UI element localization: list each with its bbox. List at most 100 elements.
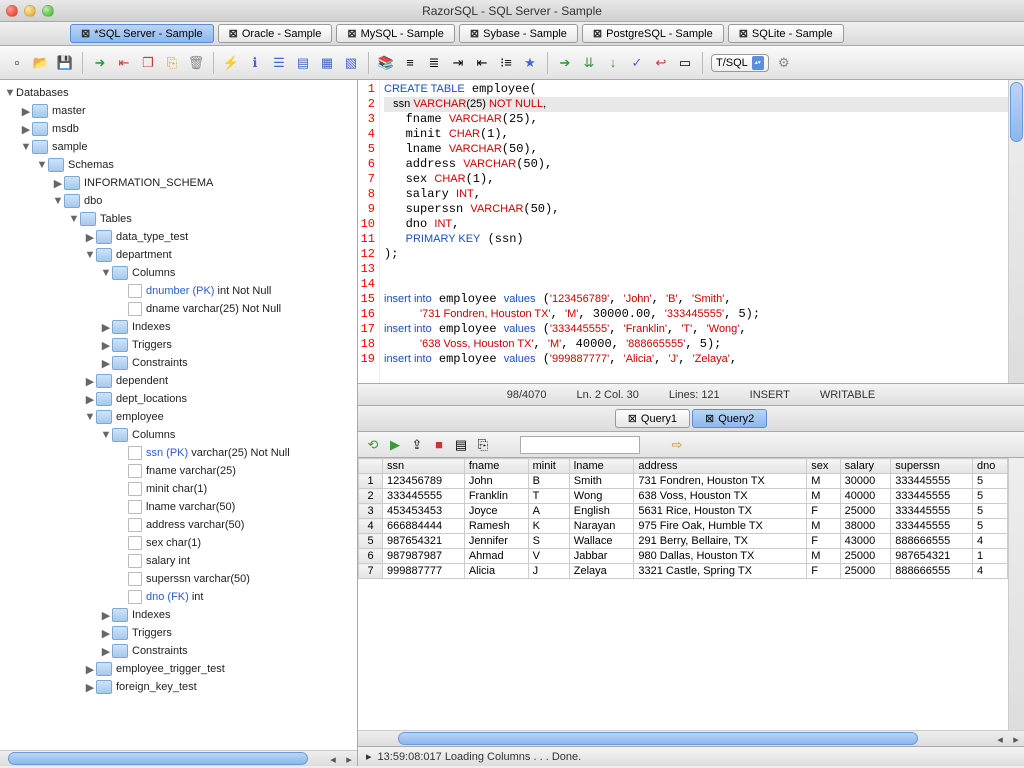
editor-tab[interactable]: ⊠MySQL - Sample [336,24,455,43]
clone-icon[interactable]: ⎘ [163,54,181,72]
stop-icon[interactable]: ■ [430,436,448,454]
close-tab-icon[interactable]: ⊠ [705,412,714,425]
connect-icon[interactable]: ➜ [91,54,109,72]
tree-node[interactable]: address varchar(50) [4,516,357,534]
close-tab-icon[interactable]: ⊠ [739,27,748,40]
table-icon[interactable]: ▤ [294,54,312,72]
tree-node[interactable]: ▼Columns [4,264,357,282]
tree-node[interactable]: ▼Columns [4,426,357,444]
tree-node[interactable]: ssn (PK) varchar(25) Not Null [4,444,357,462]
undo-icon[interactable]: ↩ [652,54,670,72]
editor-tab[interactable]: ⊠Oracle - Sample [218,24,333,43]
close-tab-icon[interactable]: ⊠ [347,27,356,40]
tree-node[interactable]: ▶INFORMATION_SCHEMA [4,174,357,192]
new-file-icon[interactable]: ▫ [8,54,26,72]
column-header[interactable]: lname [569,459,634,474]
column-header[interactable]: address [634,459,807,474]
list-icon[interactable]: ☰ [270,54,288,72]
column-header[interactable]: sex [807,459,840,474]
tree-node[interactable]: ▶Constraints [4,642,357,660]
tree-node[interactable]: ▼dbo [4,192,357,210]
tree-node[interactable]: ▶dependent [4,372,357,390]
minimize-window-button[interactable] [24,5,36,17]
indent-icon[interactable]: ⇥ [449,54,467,72]
column-header[interactable]: fname [464,459,528,474]
tree-node[interactable]: ▶employee_trigger_test [4,660,357,678]
bullets-icon[interactable]: ⁝≡ [497,54,515,72]
results-hscroll[interactable]: ◂▸ [358,730,1024,746]
editor-scrollbar[interactable] [1008,80,1024,383]
bolt-icon[interactable]: ⚡ [222,54,240,72]
table-row[interactable]: 7999887777AliciaJZelaya3321 Castle, Spri… [359,564,1008,579]
table-row[interactable]: 4666884444RameshKNarayan975 Fire Oak, Hu… [359,519,1008,534]
sidebar-scrollbar[interactable]: ◂▸ [0,750,357,766]
step-icon[interactable]: ↓ [604,54,622,72]
tree-node[interactable]: ▶dept_locations [4,390,357,408]
run-all-icon[interactable]: ⇊ [580,54,598,72]
table-row[interactable]: 6987987987AhmadVJabbar980 Dallas, Housto… [359,549,1008,564]
next-icon[interactable]: ⇨ [668,436,686,454]
table-row[interactable]: 2333445555FranklinTWong638 Voss, Houston… [359,489,1008,504]
tree-node[interactable]: ▶Triggers [4,624,357,642]
results-vscroll[interactable] [1008,458,1024,730]
refresh-icon[interactable]: ⟲ [364,436,382,454]
align-left-icon[interactable]: ≡ [401,54,419,72]
close-tab-icon[interactable]: ⊠ [229,27,238,40]
link-icon[interactable]: ⚙ [775,54,793,72]
tree-node[interactable]: sex char(1) [4,534,357,552]
outdent-icon[interactable]: ⇤ [473,54,491,72]
tree-node[interactable]: ▶Constraints [4,354,357,372]
tree-node[interactable]: ▶master [4,102,357,120]
editor-tab[interactable]: ⊠PostgreSQL - Sample [582,24,724,43]
tree-node[interactable]: ▶Indexes [4,606,357,624]
filter-icon[interactable]: ▤ [452,436,470,454]
tree-root[interactable]: ▼Databases [4,84,357,102]
check-icon[interactable]: ✓ [628,54,646,72]
books-icon[interactable]: 📚 [377,54,395,72]
table-row[interactable]: 3453453453JoyceAEnglish5631 Rice, Housto… [359,504,1008,519]
info-icon[interactable]: ℹ [246,54,264,72]
close-tab-icon[interactable]: ⊠ [628,412,637,425]
execute-icon[interactable]: ▶ [386,436,404,454]
tree-node[interactable]: ▼Schemas [4,156,357,174]
sql-editor[interactable]: 12345678910111213141516171819 CREATE TAB… [358,80,1024,384]
save-icon[interactable]: 💾 [56,54,74,72]
tree-node[interactable]: ▶data_type_test [4,228,357,246]
close-tab-icon[interactable]: ⊠ [593,27,602,40]
query-tab[interactable]: ⊠Query2 [692,409,767,428]
sheet-icon[interactable]: ▦ [318,54,336,72]
tree-node[interactable]: dname varchar(25) Not Null [4,300,357,318]
close-tab-icon[interactable]: ⊠ [81,27,90,40]
star-icon[interactable]: ★ [521,54,539,72]
table-row[interactable]: 1123456789JohnBSmith731 Fondren, Houston… [359,474,1008,489]
editor-tab[interactable]: ⊠Sybase - Sample [459,24,578,43]
tree-node[interactable]: ▶Indexes [4,318,357,336]
close-tab-icon[interactable]: ⊠ [470,27,479,40]
run-icon[interactable]: ➔ [556,54,574,72]
results-grid[interactable]: ssnfnameminitlnameaddresssexsalarysupers… [358,458,1008,730]
search-input[interactable] [520,436,640,454]
tree-node[interactable]: dnumber (PK) int Not Null [4,282,357,300]
query-tab[interactable]: ⊠Query1 [615,409,690,428]
export-icon[interactable]: ⇪ [408,436,426,454]
options-icon[interactable]: ⎘ [474,436,492,454]
column-header[interactable]: minit [528,459,569,474]
column-header[interactable]: ssn [383,459,465,474]
tree-node[interactable]: ▼employee [4,408,357,426]
language-select[interactable]: T/SQL ▴▾ [711,54,769,72]
editor-tab[interactable]: ⊠SQLite - Sample [728,24,844,43]
tree-node[interactable]: salary int [4,552,357,570]
grid-icon[interactable]: ▧ [342,54,360,72]
disconnect-icon[interactable]: ⇤ [115,54,133,72]
align-center-icon[interactable]: ≣ [425,54,443,72]
copy-conn-icon[interactable]: ❐ [139,54,157,72]
tree-node[interactable]: ▶msdb [4,120,357,138]
tree-node[interactable]: minit char(1) [4,480,357,498]
column-header[interactable]: salary [840,459,891,474]
tree-node[interactable]: ▶Triggers [4,336,357,354]
tree-node[interactable]: superssn varchar(50) [4,570,357,588]
zoom-window-button[interactable] [42,5,54,17]
open-file-icon[interactable]: 📂 [32,54,50,72]
note-icon[interactable]: ▭ [676,54,694,72]
editor-tab[interactable]: ⊠*SQL Server - Sample [70,24,214,43]
